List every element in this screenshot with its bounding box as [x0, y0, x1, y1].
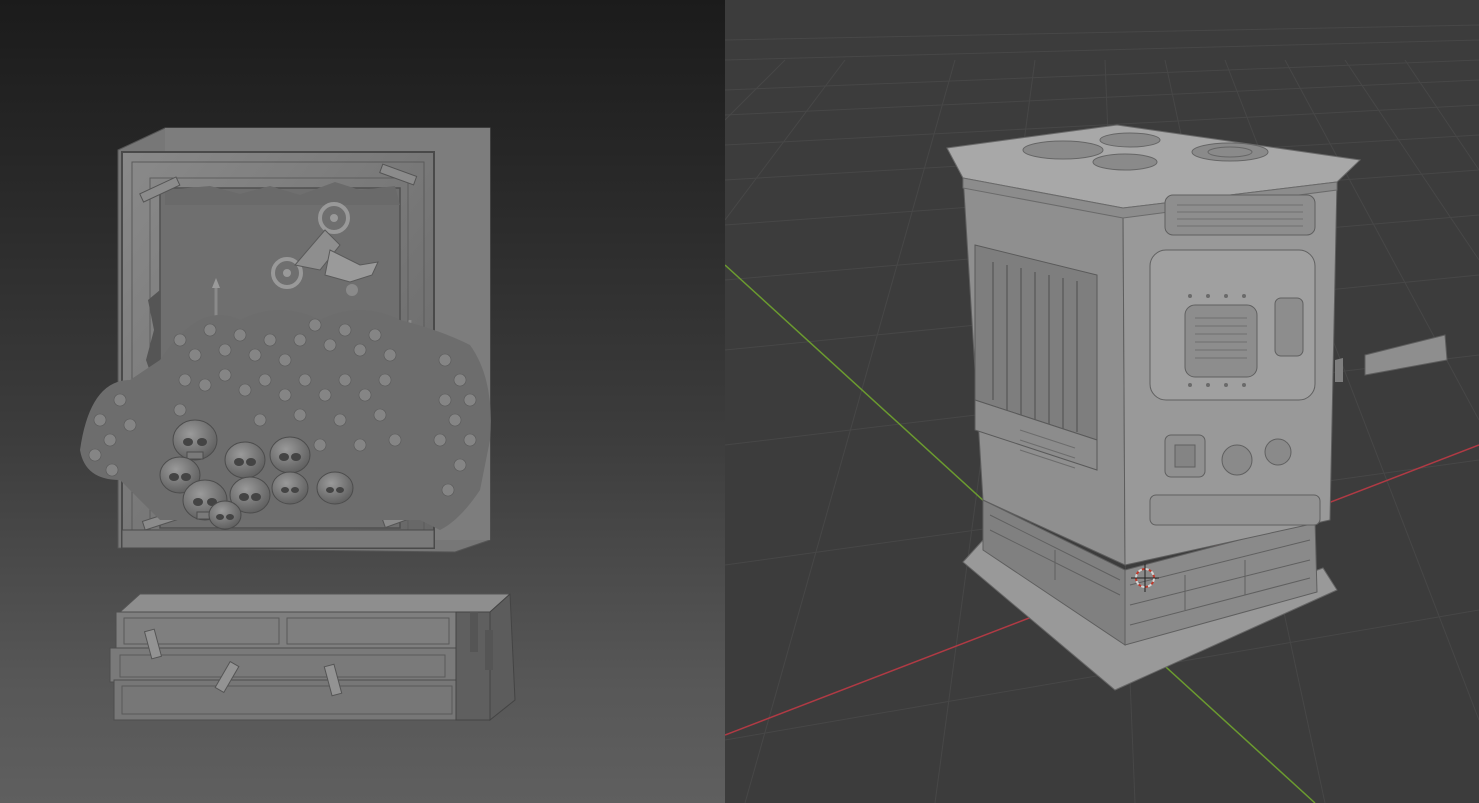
- viewport-scene: [725, 24, 1479, 803]
- sculpt-viewport[interactable]: [0, 0, 725, 803]
- split-view: [0, 0, 1479, 803]
- 3d-viewport[interactable]: [725, 0, 1479, 803]
- diorama-frame-model[interactable]: [80, 127, 491, 553]
- sculpt-scene: [80, 127, 516, 722]
- machine-cabinet-model[interactable]: [946, 124, 1448, 691]
- base-crate-model[interactable]: [109, 592, 516, 722]
